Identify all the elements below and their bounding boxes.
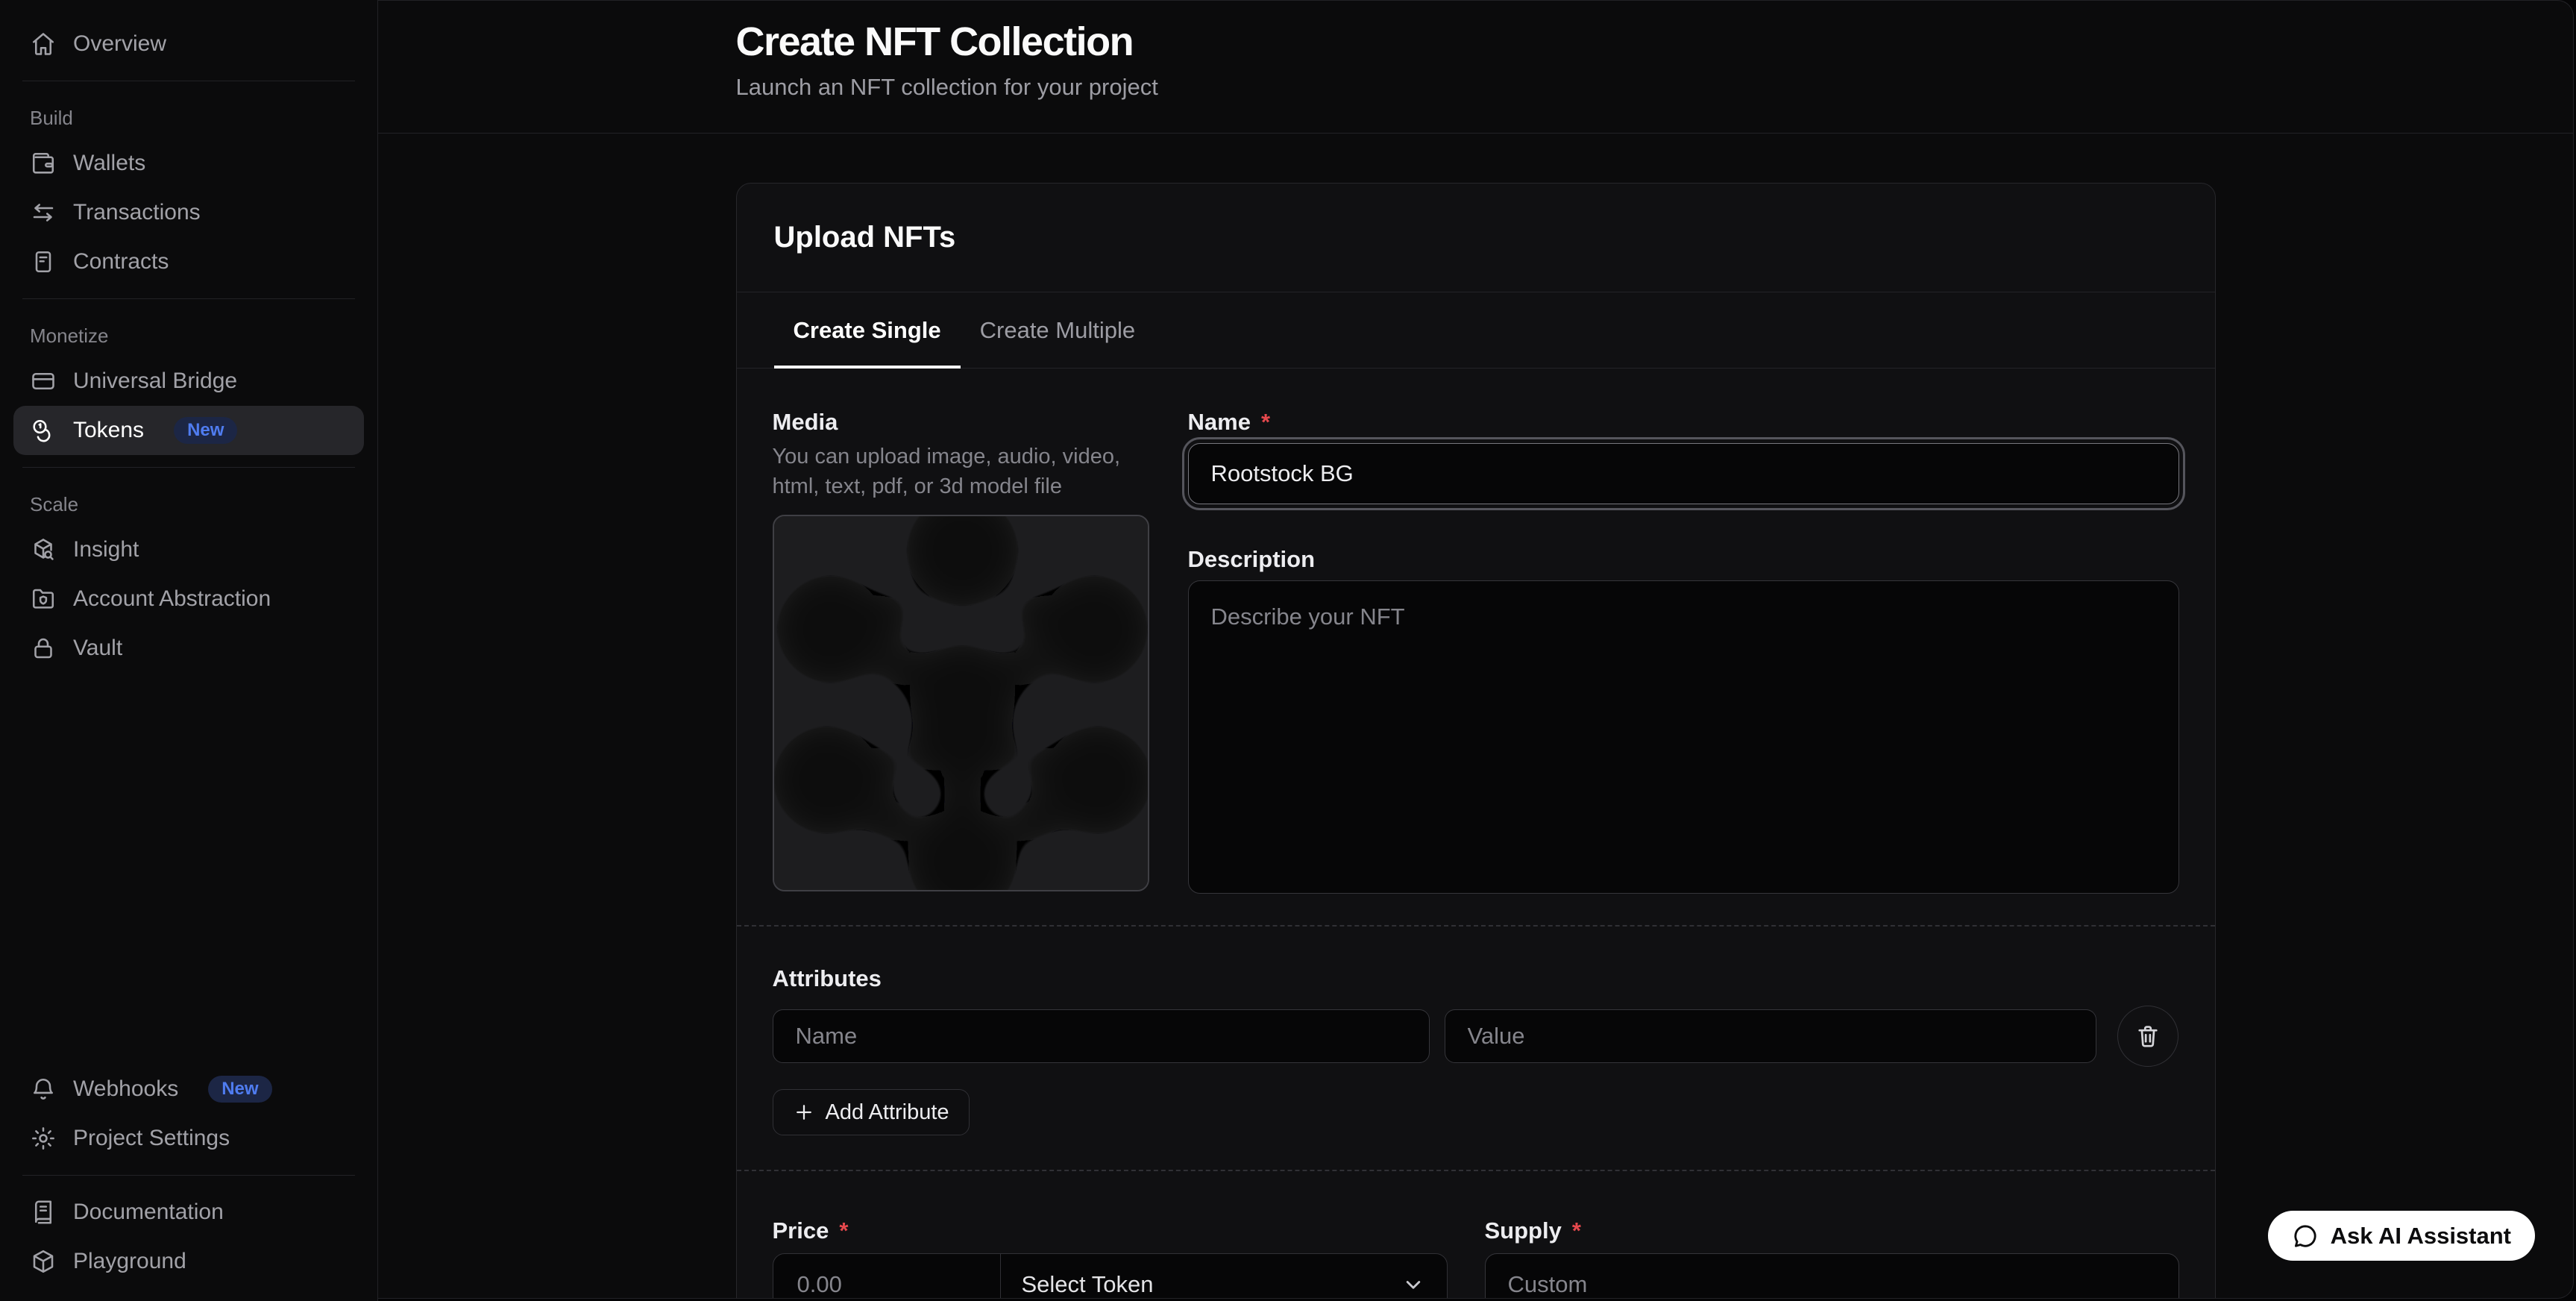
- tab-create-single[interactable]: Create Single: [774, 292, 961, 368]
- required-asterisk: *: [1572, 1217, 1581, 1244]
- media-column: Media You can upload image, audio, video…: [773, 409, 1155, 894]
- bell-icon: [30, 1076, 57, 1103]
- price-label: Price *: [773, 1217, 1448, 1244]
- page-header: Create NFT Collection Launch an NFT coll…: [378, 1, 2573, 134]
- sidebar-item-universal-bridge[interactable]: Universal Bridge: [13, 357, 364, 406]
- lock-icon: [30, 635, 57, 662]
- sidebar-item-tokens[interactable]: Tokens New: [13, 406, 364, 455]
- price-field: Price * Select Token: [773, 1217, 1448, 1299]
- media-upload-dropzone[interactable]: [773, 515, 1149, 891]
- media-label: Media: [773, 409, 1155, 436]
- tab-bar: Create Single Create Multiple: [737, 292, 2215, 369]
- main-panel: Create NFT Collection Launch an NFT coll…: [378, 0, 2574, 1299]
- sidebar-footer: Webhooks New Project Settings Documentat…: [13, 1065, 364, 1286]
- sidebar-item-label: Vault: [73, 636, 122, 661]
- sidebar: Overview Build Wallets Transactions Cont…: [0, 0, 378, 1301]
- sidebar-item-overview[interactable]: Overview: [13, 19, 364, 69]
- card-title: Upload NFTs: [737, 184, 2215, 292]
- attributes-section: Attributes Add Attribute: [737, 925, 2215, 1171]
- sidebar-item-playground[interactable]: Playground: [13, 1237, 364, 1286]
- sidebar-divider: [22, 1175, 355, 1176]
- contract-file-icon: [30, 248, 57, 275]
- attribute-value-input[interactable]: [1445, 1009, 2096, 1063]
- book-icon: [30, 1199, 57, 1226]
- chat-bubble-icon: [2292, 1223, 2319, 1250]
- sidebar-divider: [22, 467, 355, 468]
- sidebar-item-label: Project Settings: [73, 1126, 230, 1151]
- sidebar-item-label: Wallets: [73, 151, 145, 176]
- supply-field: Supply *: [1485, 1217, 2179, 1299]
- sidebar-item-label: Tokens: [73, 418, 144, 443]
- sidebar-section-build: Build: [30, 107, 348, 130]
- sidebar-item-account-abstraction[interactable]: Account Abstraction: [13, 574, 364, 624]
- sidebar-item-label: Transactions: [73, 200, 201, 225]
- insight-box-icon: [30, 536, 57, 563]
- sidebar-item-label: Contracts: [73, 249, 169, 275]
- price-amount-wrap: [773, 1254, 1001, 1299]
- required-asterisk: *: [839, 1217, 848, 1244]
- price-supply-row: Price * Select Token: [773, 1217, 2179, 1299]
- cube-icon: [30, 1248, 57, 1275]
- nft-form: Media You can upload image, audio, video…: [737, 369, 2215, 1299]
- sidebar-item-wallets[interactable]: Wallets: [13, 139, 364, 188]
- page-subtitle: Launch an NFT collection for your projec…: [736, 74, 2216, 101]
- sidebar-item-vault[interactable]: Vault: [13, 624, 364, 673]
- sidebar-item-transactions[interactable]: Transactions: [13, 188, 364, 237]
- sidebar-item-label: Account Abstraction: [73, 586, 271, 612]
- delete-attribute-button[interactable]: [2117, 1006, 2178, 1067]
- sidebar-item-label: Overview: [73, 31, 166, 57]
- name-input[interactable]: [1188, 443, 2179, 504]
- name-label: Name *: [1188, 409, 2179, 436]
- coins-icon: [30, 417, 57, 444]
- add-attribute-button[interactable]: Add Attribute: [773, 1089, 970, 1135]
- attribute-row: [773, 1006, 2179, 1067]
- sidebar-item-label: Insight: [73, 537, 139, 562]
- sidebar-item-webhooks[interactable]: Webhooks New: [13, 1065, 364, 1114]
- tab-create-multiple[interactable]: Create Multiple: [961, 292, 1155, 368]
- credit-card-icon: [30, 368, 57, 395]
- ask-ai-assistant-button[interactable]: Ask AI Assistant: [2268, 1211, 2535, 1261]
- new-badge: New: [208, 1076, 271, 1103]
- token-select-dropdown[interactable]: Select Token: [1001, 1254, 1447, 1299]
- media-preview-image: [774, 516, 1149, 891]
- sidebar-item-label: Universal Bridge: [73, 369, 237, 394]
- gear-icon: [30, 1125, 57, 1152]
- required-asterisk: *: [1261, 409, 1270, 436]
- page-title: Create NFT Collection: [736, 19, 2216, 65]
- fields-column: Name * Description: [1188, 409, 2179, 894]
- sidebar-item-insight[interactable]: Insight: [13, 525, 364, 574]
- transactions-icon: [30, 199, 57, 226]
- sidebar-item-documentation[interactable]: Documentation: [13, 1188, 364, 1237]
- plus-icon: [793, 1101, 815, 1123]
- home-icon: [30, 31, 57, 57]
- price-input-group: Select Token: [773, 1253, 1448, 1299]
- sidebar-divider: [22, 298, 355, 299]
- sidebar-item-label: Documentation: [73, 1200, 224, 1225]
- supply-input[interactable]: [1485, 1253, 2179, 1299]
- upload-nfts-card: Upload NFTs Create Single Create Multipl…: [736, 183, 2216, 1299]
- sidebar-item-label: Webhooks: [73, 1076, 178, 1102]
- sidebar-item-contracts[interactable]: Contracts: [13, 237, 364, 286]
- sidebar-section-scale: Scale: [30, 493, 348, 516]
- media-helper-text: You can upload image, audio, video, html…: [773, 442, 1149, 501]
- sidebar-item-label: Playground: [73, 1249, 186, 1274]
- supply-label: Supply *: [1485, 1217, 2179, 1244]
- sidebar-item-project-settings[interactable]: Project Settings: [13, 1114, 364, 1163]
- chevron-down-icon: [1401, 1272, 1426, 1297]
- wallet-icon: [30, 150, 57, 177]
- new-badge: New: [174, 417, 237, 444]
- trash-icon: [2134, 1023, 2161, 1050]
- folder-shield-icon: [30, 586, 57, 612]
- sidebar-section-monetize: Monetize: [30, 325, 348, 348]
- description-textarea[interactable]: [1188, 580, 2179, 894]
- description-label: Description: [1188, 546, 2179, 573]
- attributes-label: Attributes: [773, 965, 2179, 992]
- price-amount-input[interactable]: [796, 1270, 978, 1299]
- attribute-name-input[interactable]: [773, 1009, 1430, 1063]
